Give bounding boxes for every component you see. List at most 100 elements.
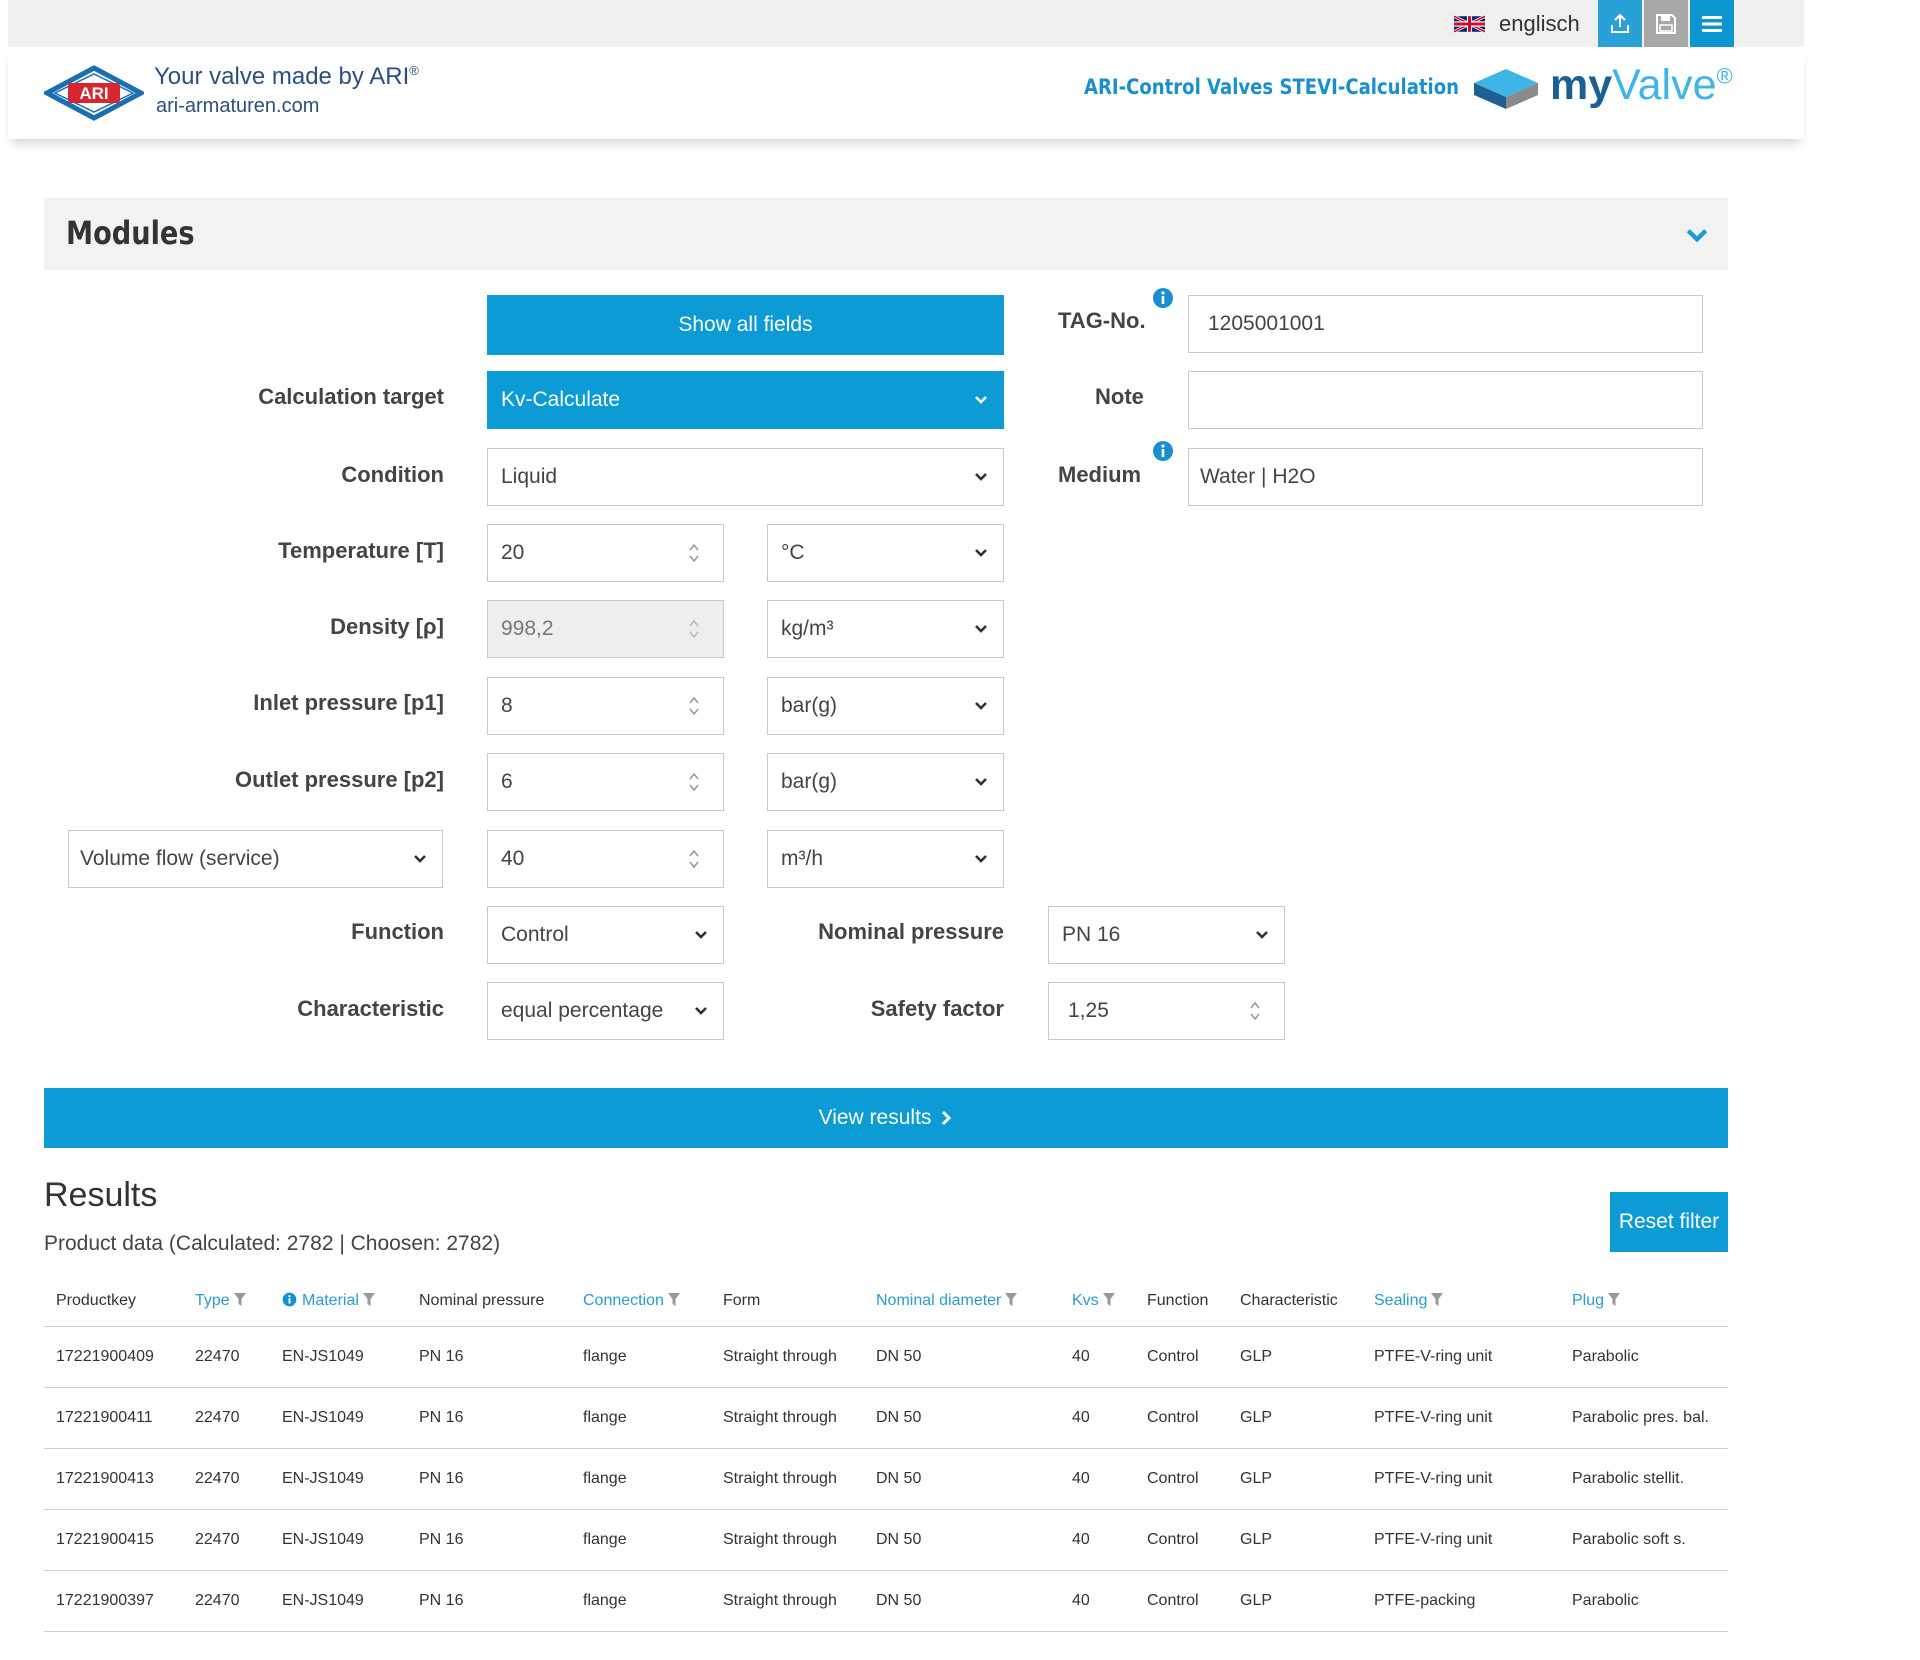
cell-kvs: 40 [1060,1326,1135,1388]
table-row[interactable]: 17221900411 22470 EN-JS1049 PN 16 flange… [44,1387,1728,1449]
temperature-unit-select[interactable]: °C [767,524,1004,582]
flow-type-select[interactable]: Volume flow (service) [68,830,443,888]
cell-plug: Parabolic soft s. [1560,1509,1728,1571]
info-icon[interactable] [1152,440,1174,462]
spinner-icon[interactable] [687,846,701,872]
filter-icon[interactable] [233,1293,246,1306]
chevron-down-icon [975,473,987,481]
filter-icon[interactable] [1431,1293,1444,1306]
cell-nominal-diameter: DN 50 [864,1387,1060,1449]
cell-connection: flange [571,1387,711,1449]
cell-kvs: 40 [1060,1509,1135,1571]
col-header-connection[interactable]: Connection [571,1276,711,1327]
spinner-icon[interactable] [687,769,701,795]
note-input[interactable] [1188,371,1703,429]
website-label: ari-armaturen.com [156,95,320,117]
show-all-fields-button[interactable]: Show all fields [487,295,1004,355]
medium-label: Medium [1058,462,1142,487]
spinner-icon[interactable] [687,540,701,566]
flow-value: 40 [501,847,525,870]
language-selector[interactable]: englisch [1454,0,1580,47]
info-icon[interactable] [282,1292,297,1307]
col-header-form: Form [723,1292,761,1309]
cell-material: EN-JS1049 [270,1509,407,1571]
save-icon [1656,13,1676,34]
spinner-icon[interactable] [687,693,701,719]
inlet-pressure-unit-value: bar(g) [781,694,838,717]
tag-no-value: 1205001001 [1208,312,1325,335]
chevron-down-icon[interactable] [1684,222,1710,248]
view-results-button[interactable]: View results [44,1088,1728,1148]
col-header-productkey: Productkey [56,1292,137,1309]
outlet-pressure-unit-value: bar(g) [781,770,838,793]
table-row[interactable]: 17221900415 22470 EN-JS1049 PN 16 flange… [44,1509,1728,1571]
col-header-type[interactable]: Type [183,1276,270,1327]
calculation-target-select[interactable]: Kv-Calculate [487,371,1004,429]
upload-button[interactable] [1598,0,1642,47]
col-header-sealing[interactable]: Sealing [1362,1276,1560,1327]
filter-icon[interactable] [362,1293,375,1306]
flow-unit-select[interactable]: m³/h [767,830,1004,888]
density-unit-select[interactable]: kg/m³ [767,600,1004,658]
cell-nominal-diameter: DN 50 [864,1570,1060,1632]
reset-filter-button[interactable]: Reset filter [1610,1192,1728,1252]
cell-function: Control [1135,1448,1228,1510]
chevron-down-icon [975,778,987,786]
ari-logo[interactable]: ARI [44,65,144,121]
nominal-pressure-value: PN 16 [1062,923,1121,946]
col-header-kvs[interactable]: Kvs [1060,1276,1135,1327]
table-row[interactable]: 17221900397 22470 EN-JS1049 PN 16 flange… [44,1570,1728,1632]
calculation-target-value: Kv-Calculate [501,388,621,411]
table-row[interactable]: 17221900409 22470 EN-JS1049 PN 16 flange… [44,1326,1728,1388]
nominal-pressure-select[interactable]: PN 16 [1048,906,1285,964]
condition-select[interactable]: Liquid [487,448,1004,506]
table-row[interactable]: 17221900413 22470 EN-JS1049 PN 16 flange… [44,1448,1728,1510]
cell-material: EN-JS1049 [270,1448,407,1510]
inlet-pressure-unit-select[interactable]: bar(g) [767,677,1004,735]
medium-input[interactable]: Water | H2O [1188,448,1703,506]
app-title: ARI-Control Valves STEVI-Calculation [1084,75,1459,99]
chevron-down-icon [975,702,987,710]
characteristic-select[interactable]: equal percentage [487,982,724,1040]
filter-icon[interactable] [1608,1293,1621,1306]
function-select[interactable]: Control [487,906,724,964]
spinner-icon [689,619,699,639]
density-value: 998,2 [501,617,554,640]
col-header-material[interactable]: Material [270,1276,407,1327]
cell-characteristic: GLP [1228,1570,1362,1632]
info-icon[interactable] [1152,287,1174,309]
chevron-right-icon [942,1110,952,1126]
cell-nominal-diameter: DN 50 [864,1509,1060,1571]
spinner-icon[interactable] [1248,998,1262,1024]
chevron-down-icon [975,625,987,633]
cell-kvs: 40 [1060,1570,1135,1632]
flow-unit-value: m³/h [781,847,823,870]
menu-button[interactable] [1690,0,1734,47]
safety-factor-input[interactable]: 1,25 [1048,982,1285,1040]
filter-icon[interactable] [667,1293,680,1306]
myvalve-brand[interactable]: myValve® [1550,61,1733,110]
cell-type: 22470 [183,1448,270,1510]
outlet-pressure-label: Outlet pressure [p2] [234,767,444,792]
flow-input[interactable]: 40 [487,830,724,888]
save-button[interactable] [1644,0,1688,47]
outlet-pressure-input[interactable]: 6 [487,753,724,811]
tag-no-input[interactable]: 1205001001 [1188,295,1703,353]
language-label: englisch [1499,10,1580,36]
col-header-plug[interactable]: Plug [1560,1276,1728,1327]
chevron-down-icon [975,549,987,557]
cell-kvs: 40 [1060,1387,1135,1449]
nominal-pressure-label: Nominal pressure [818,919,1004,944]
density-label: Density [ρ] [330,614,444,639]
cell-form: Straight through [711,1326,864,1388]
cell-productkey: 17221900413 [44,1448,183,1510]
temperature-input[interactable]: 20 [487,524,724,582]
outlet-pressure-unit-select[interactable]: bar(g) [767,753,1004,811]
modules-panel-header[interactable]: Modules [44,198,1728,270]
cell-nominal-pressure: PN 16 [407,1448,571,1510]
filter-icon[interactable] [1005,1293,1018,1306]
outlet-pressure-value: 6 [501,770,513,793]
col-header-nominal-diameter[interactable]: Nominal diameter [864,1276,1060,1327]
inlet-pressure-input[interactable]: 8 [487,677,724,735]
filter-icon[interactable] [1102,1293,1115,1306]
